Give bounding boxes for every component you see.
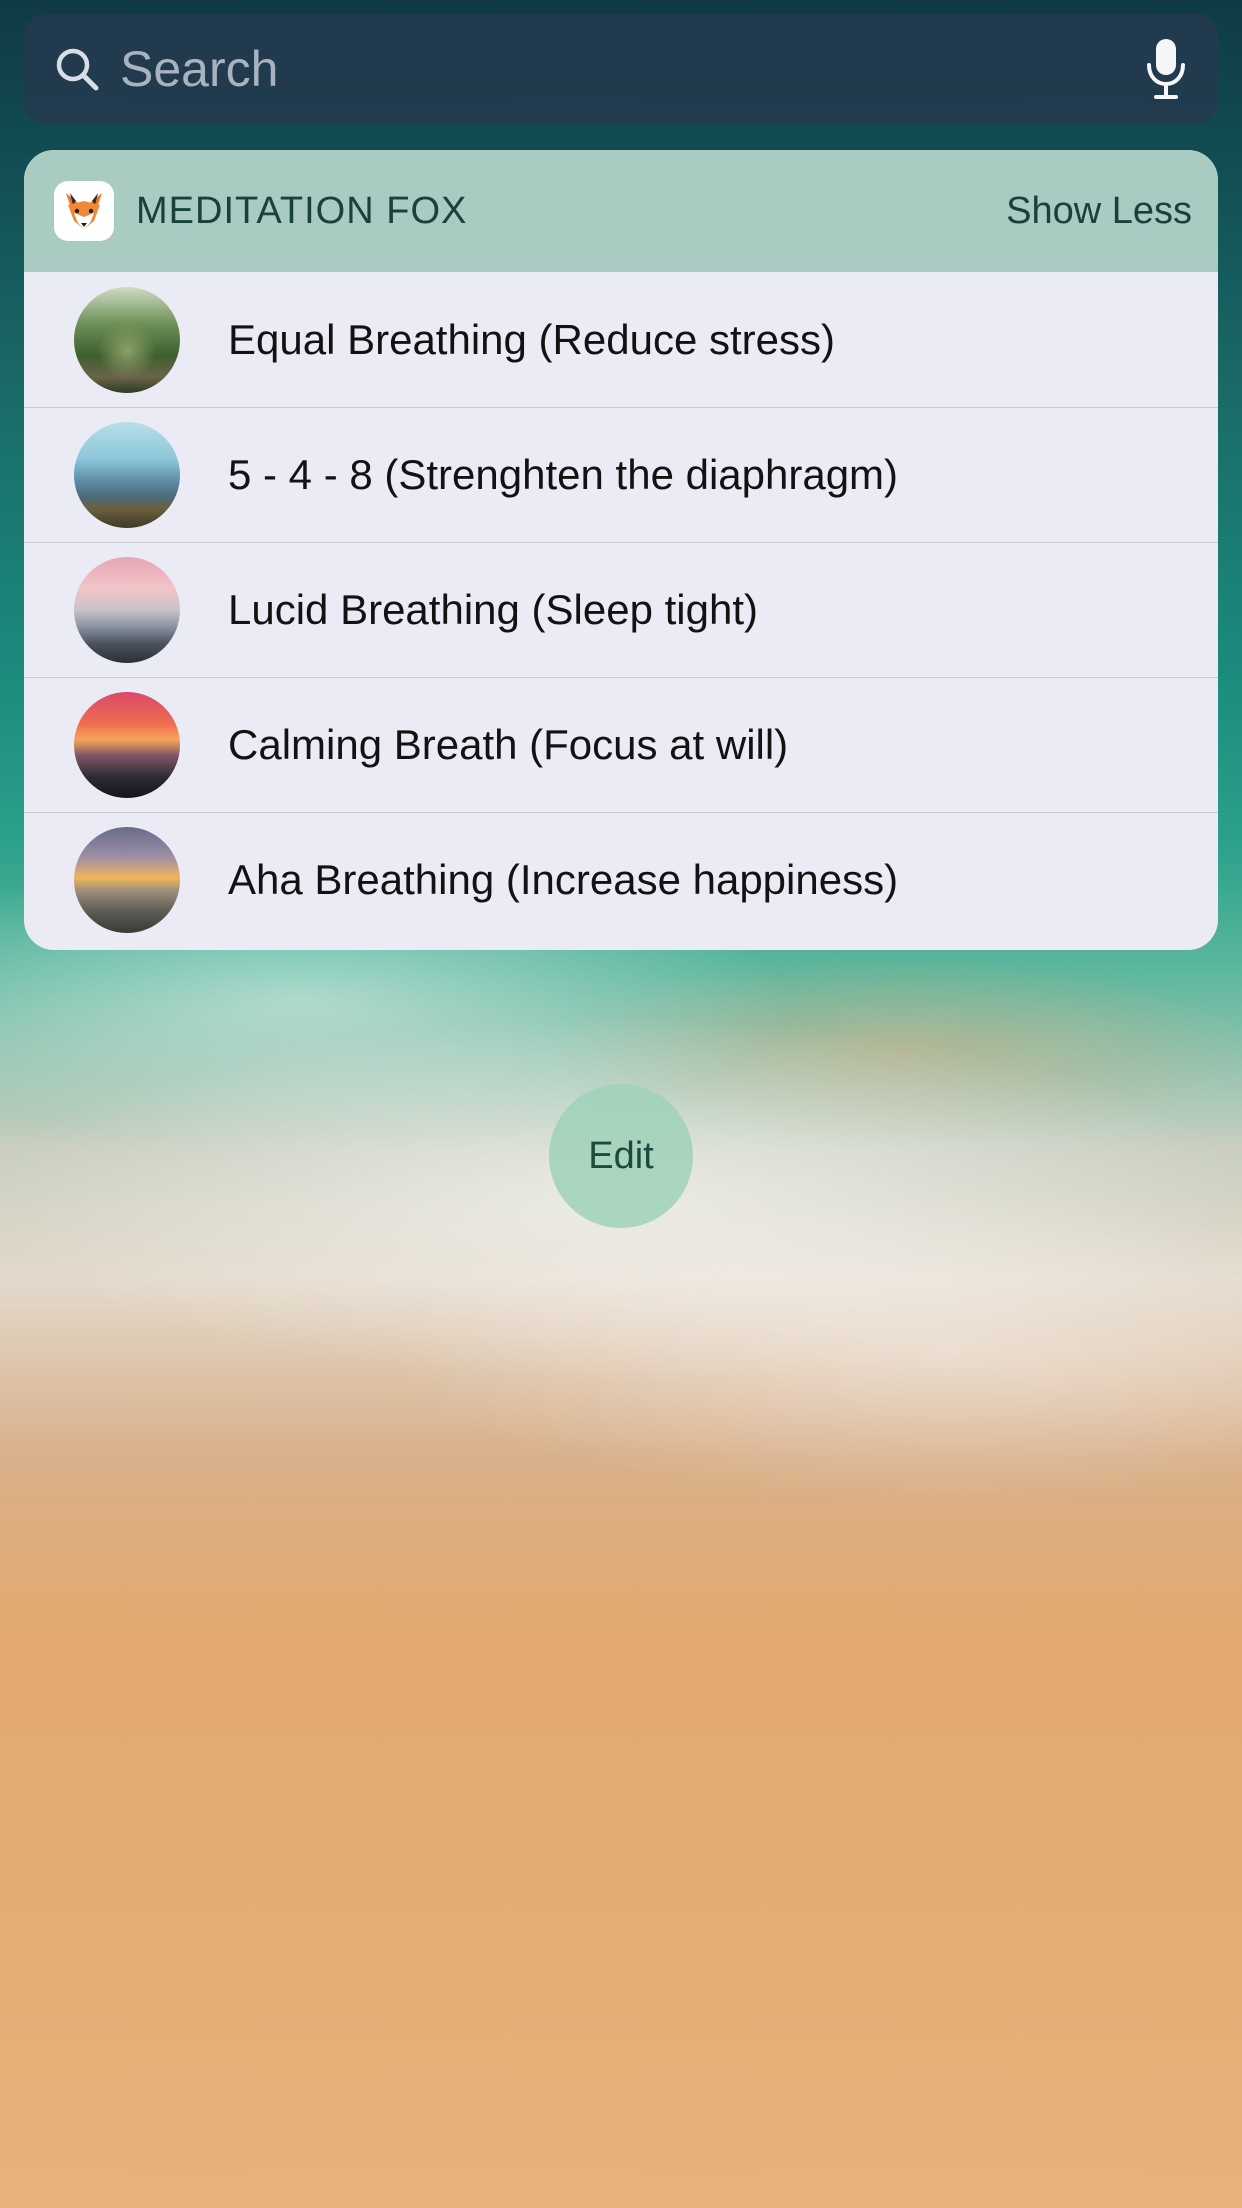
search-input[interactable] [120,40,1144,98]
microphone-icon[interactable] [1144,37,1188,101]
sunset-sea-rocks-image [74,692,180,798]
list-item-title: Lucid Breathing (Sleep tight) [228,586,758,633]
meditation-fox-widget: MEDITATION FOX Show Less Equal Breathing… [24,150,1218,950]
search-bar[interactable] [24,14,1218,124]
fox-icon [54,181,114,241]
forest-path-image [74,286,180,393]
widget-app-name: MEDITATION FOX [136,189,468,232]
list-item-title: Aha Breathing (Increase happiness) [228,856,899,903]
list-item-5-4-8[interactable]: 5 - 4 - 8 (Strenghten the diaphragm) [24,407,1218,542]
list-item-lucid-breathing[interactable]: Lucid Breathing (Sleep tight) [24,542,1218,677]
edit-button[interactable]: Edit [549,1084,693,1228]
list-item-aha-breathing[interactable]: Aha Breathing (Increase happiness) [24,812,1218,947]
search-icon [54,46,100,92]
pink-sky-mountains-image [74,557,180,663]
mountain-lake-image [74,422,180,528]
list-item-title: Calming Breath (Focus at will) [228,721,789,768]
list-item-title: 5 - 4 - 8 (Strenghten the diaphragm) [228,451,899,498]
widget-header: MEDITATION FOX Show Less [24,150,1218,272]
dusk-coast-image [74,827,180,933]
show-less-button[interactable]: Show Less [1006,190,1192,233]
breathing-exercise-list: Equal Breathing (Reduce stress) 5 - 4 - … [24,272,1218,947]
list-item-title: Equal Breathing (Reduce stress) [228,315,835,363]
list-item-equal-breathing[interactable]: Equal Breathing (Reduce stress) [24,272,1218,407]
list-item-calming-breath[interactable]: Calming Breath (Focus at will) [24,677,1218,812]
